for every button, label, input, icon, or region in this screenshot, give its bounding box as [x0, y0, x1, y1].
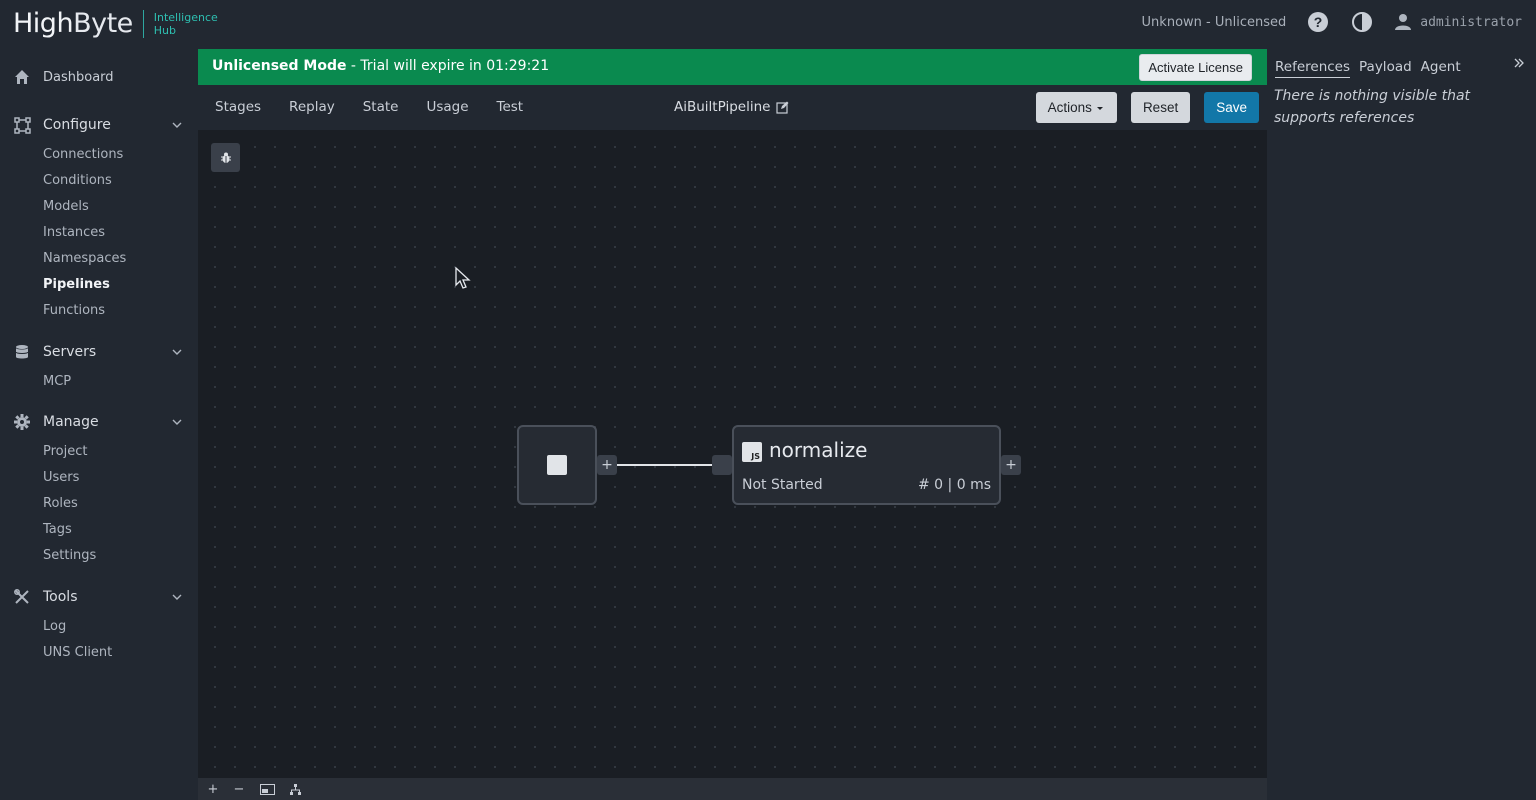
section-label: Manage: [43, 414, 99, 430]
javascript-icon: JS: [742, 442, 762, 462]
pipeline-canvas[interactable]: + JS normalize Not Started # 0 | 0 ms +: [198, 130, 1267, 778]
section-label: Tools: [43, 589, 78, 605]
mouse-cursor-icon: [455, 267, 471, 289]
sidebar-item-roles[interactable]: Roles: [0, 491, 198, 517]
actions-label: Actions: [1047, 100, 1092, 115]
section-label: Configure: [43, 117, 111, 133]
username: administrator: [1420, 14, 1522, 30]
user-menu[interactable]: administrator: [1394, 13, 1522, 31]
reset-button[interactable]: Reset: [1130, 92, 1191, 123]
sidebar-item-users[interactable]: Users: [0, 465, 198, 491]
section-label: Servers: [43, 344, 97, 360]
debug-bug-icon[interactable]: [211, 143, 240, 172]
pipeline-edge[interactable]: [617, 464, 712, 466]
pipeline-title: AiBuiltPipeline: [674, 99, 789, 115]
section-header-servers[interactable]: Servers: [0, 341, 198, 363]
trigger-node-icon: [547, 455, 567, 475]
normalize-node[interactable]: JS normalize Not Started # 0 | 0 ms: [732, 425, 1001, 505]
license-banner: Unlicensed Mode - Trial will expire in 0…: [198, 49, 1267, 85]
top-bar: HighByte Intelligence Hub Unknown - Unlic…: [0, 0, 1536, 49]
actions-dropdown[interactable]: Actions: [1035, 92, 1117, 123]
app-logo[interactable]: HighByte Intelligence Hub: [13, 8, 218, 39]
sidebar-item-models[interactable]: Models: [0, 194, 198, 220]
user-icon: [1395, 14, 1412, 30]
sidebar-item-log[interactable]: Log: [0, 614, 198, 640]
home-icon: [13, 68, 31, 86]
references-panel: References Payload Agent There is nothin…: [1267, 49, 1536, 800]
pipeline-name: AiBuiltPipeline: [674, 99, 771, 115]
collapse-panel-icon[interactable]: [1513, 57, 1525, 69]
chevron-down-icon: [172, 419, 182, 425]
tools-icon: [13, 588, 31, 606]
sidebar-item-connections[interactable]: Connections: [0, 142, 198, 168]
section-header-configure[interactable]: Configure: [0, 114, 198, 136]
chevron-down-icon: [172, 122, 182, 128]
nav-section-servers: Servers MCP: [0, 341, 198, 395]
sidebar-item-settings[interactable]: Settings: [0, 543, 198, 569]
section-header-manage[interactable]: Manage: [0, 411, 198, 433]
gear-icon: [13, 413, 31, 431]
zoom-in-button[interactable]: +: [207, 782, 219, 797]
chevron-down-icon: [172, 594, 182, 600]
chevron-down-icon: [172, 349, 182, 355]
zoom-out-button[interactable]: −: [233, 782, 245, 797]
sidebar-item-functions[interactable]: Functions: [0, 298, 198, 324]
contrast-icon[interactable]: [1350, 10, 1374, 34]
nav-section-manage: Manage Project Users Roles Tags Settings: [0, 411, 198, 569]
activate-license-button[interactable]: Activate License: [1139, 54, 1252, 81]
sidebar-item-label: Dashboard: [43, 69, 114, 85]
node-stats: # 0 | 0 ms: [918, 477, 991, 493]
database-icon: [13, 343, 31, 361]
sidebar-item-tags[interactable]: Tags: [0, 517, 198, 543]
help-icon[interactable]: ?: [1306, 10, 1330, 34]
sidebar-item-namespaces[interactable]: Namespaces: [0, 246, 198, 272]
save-button[interactable]: Save: [1204, 92, 1259, 123]
edit-icon[interactable]: [776, 101, 789, 114]
tab-references[interactable]: References: [1275, 59, 1351, 78]
license-status: Unknown - Unlicensed: [1141, 14, 1287, 30]
tab-usage[interactable]: Usage: [426, 99, 468, 115]
tab-payload[interactable]: Payload: [1359, 59, 1412, 78]
auto-layout-icon[interactable]: [289, 782, 301, 796]
nav-section-configure: Configure Connections Conditions Models …: [0, 114, 198, 324]
node-status: Not Started: [742, 477, 823, 493]
sidebar-item-instances[interactable]: Instances: [0, 220, 198, 246]
node-name: normalize: [769, 438, 868, 462]
sidebar-item-dashboard[interactable]: Dashboard: [0, 66, 198, 88]
logo-divider: [142, 9, 144, 38]
logo-subtitle: Intelligence Hub: [153, 10, 218, 37]
tab-test[interactable]: Test: [497, 99, 524, 115]
sidebar: Dashboard Configure Connections Conditio…: [0, 49, 198, 800]
tab-agent[interactable]: Agent: [1421, 59, 1461, 78]
configure-icon: [13, 116, 31, 134]
sidebar-item-conditions[interactable]: Conditions: [0, 168, 198, 194]
caret-down-icon: [1096, 106, 1103, 110]
banner-text: Unlicensed Mode - Trial will expire in 0…: [212, 58, 550, 74]
normalize-input-port[interactable]: [712, 455, 732, 475]
normalize-output-port[interactable]: +: [1001, 455, 1021, 475]
canvas-controls: + −: [198, 778, 1267, 800]
sidebar-item-pipelines[interactable]: Pipelines: [0, 272, 198, 298]
svg-text:?: ?: [1314, 14, 1323, 30]
trigger-node[interactable]: [517, 425, 597, 505]
sidebar-item-uns-client[interactable]: UNS Client: [0, 640, 198, 666]
section-header-tools[interactable]: Tools: [0, 586, 198, 608]
tab-state[interactable]: State: [363, 99, 399, 115]
nav-section-tools: Tools Log UNS Client: [0, 586, 198, 666]
logo-wordmark: HighByte: [13, 8, 133, 39]
tab-replay[interactable]: Replay: [289, 99, 335, 115]
empty-references-message: There is nothing visible that supports r…: [1274, 88, 1471, 126]
pipeline-toolbar: Stages Replay State Usage Test AiBuiltPi…: [198, 85, 1267, 130]
sidebar-item-project[interactable]: Project: [0, 439, 198, 465]
sidebar-item-mcp[interactable]: MCP: [0, 369, 198, 395]
tab-stages[interactable]: Stages: [215, 99, 261, 115]
fit-view-icon[interactable]: [259, 782, 275, 796]
trigger-output-port[interactable]: +: [597, 455, 617, 475]
